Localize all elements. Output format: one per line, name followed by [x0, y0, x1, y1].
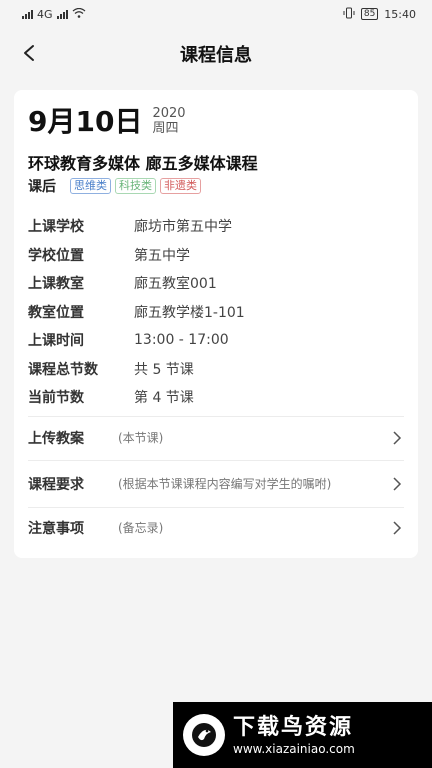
watermark-url: www.xiazainiao.com	[233, 742, 355, 756]
info-row-current-lesson: 当前节数 第 4 节课	[28, 383, 245, 412]
date-meta: 2020 周四	[152, 104, 185, 136]
link-label: 课程要求	[28, 477, 84, 493]
info-label: 课程总节数	[28, 361, 98, 378]
signal-icon-2	[56, 9, 68, 19]
status-right: 85 15:40	[343, 7, 416, 22]
date-year: 2020	[152, 106, 186, 121]
info-list: 上课学校 廊坊市第五中学 学校位置 第五中学 上课教室 廊五教室001 教室位置…	[28, 212, 245, 412]
info-label: 当前节数	[28, 390, 84, 407]
back-arrow-icon	[24, 45, 34, 61]
info-value: 廊五教学楼1-101	[134, 304, 245, 321]
signal-icon	[22, 9, 33, 19]
course-requirements-row[interactable]: 课程要求 (根据本节课课程内容编写对学生的嘱咐)	[28, 461, 404, 507]
info-value: 廊五教室001	[134, 276, 217, 293]
watermark: 下载鸟资源 www.xiazainiao.com	[173, 702, 432, 768]
link-hint: (本节课)	[118, 431, 164, 445]
info-row-classroom: 上课教室 廊五教室001	[28, 269, 245, 298]
back-button[interactable]	[14, 38, 44, 68]
date-weekday: 周四	[152, 121, 179, 136]
nav-bar: 课程信息	[0, 28, 432, 80]
wifi-icon	[72, 7, 86, 21]
info-row-classroom-location: 教室位置 廊五教学楼1-101	[28, 298, 245, 327]
network-type: 4G	[37, 7, 53, 21]
info-label: 上课时间	[28, 333, 84, 350]
upload-lesson-plan-row[interactable]: 上传教案 (本节课)	[28, 417, 404, 459]
link-label: 上传教案	[28, 431, 84, 447]
bird-logo-icon	[183, 714, 225, 756]
info-row-school-location: 学校位置 第五中学	[28, 241, 245, 270]
info-label: 上课学校	[28, 219, 84, 236]
watermark-title: 下载鸟资源	[233, 715, 354, 740]
link-label: 注意事项	[28, 521, 84, 537]
info-label: 学校位置	[28, 247, 84, 264]
page-title: 课程信息	[180, 45, 252, 66]
status-bar: 4G 85 15:40	[0, 0, 432, 28]
status-left: 4G	[22, 7, 86, 21]
info-value: 13:00 - 17:00	[134, 332, 229, 349]
battery-icon: 85	[360, 8, 379, 20]
vibrate-icon	[343, 7, 355, 22]
info-label: 教室位置	[28, 304, 84, 321]
info-row-time: 上课时间 13:00 - 17:00	[28, 326, 245, 355]
info-row-school: 上课学校 廊坊市第五中学	[28, 212, 245, 241]
date-day: 9月10日	[28, 105, 143, 138]
tag-heritage: 非遗类	[160, 178, 201, 194]
course-type: 课后	[28, 179, 56, 195]
notes-row[interactable]: 注意事项 (备忘录)	[28, 508, 404, 548]
info-value: 第五中学	[134, 247, 190, 264]
tag-tech: 科技类	[115, 178, 156, 194]
link-hint: (根据本节课课程内容编写对学生的嘱咐)	[118, 477, 332, 491]
info-row-total-lessons: 课程总节数 共 5 节课	[28, 355, 245, 384]
watermark-text: 下载鸟资源 www.xiazainiao.com	[233, 714, 355, 756]
tag-row: 课后 思维类 科技类 非遗类	[28, 176, 201, 196]
chevron-right-icon	[393, 521, 402, 535]
status-time: 15:40	[384, 7, 416, 21]
date-block: 9月10日 2020 周四	[28, 104, 186, 140]
info-value: 第 4 节课	[134, 390, 194, 407]
chevron-right-icon	[393, 477, 402, 491]
info-value: 廊坊市第五中学	[134, 219, 232, 236]
info-value: 共 5 节课	[134, 361, 194, 378]
tag-thinking: 思维类	[70, 178, 111, 194]
link-hint: (备忘录)	[118, 521, 164, 535]
course-card: 9月10日 2020 周四 环球教育多媒体 廊五多媒体课程 课后 思维类 科技类…	[14, 90, 418, 558]
chevron-right-icon	[393, 431, 402, 445]
course-title: 环球教育多媒体 廊五多媒体课程	[28, 154, 258, 173]
info-label: 上课教室	[28, 276, 84, 293]
